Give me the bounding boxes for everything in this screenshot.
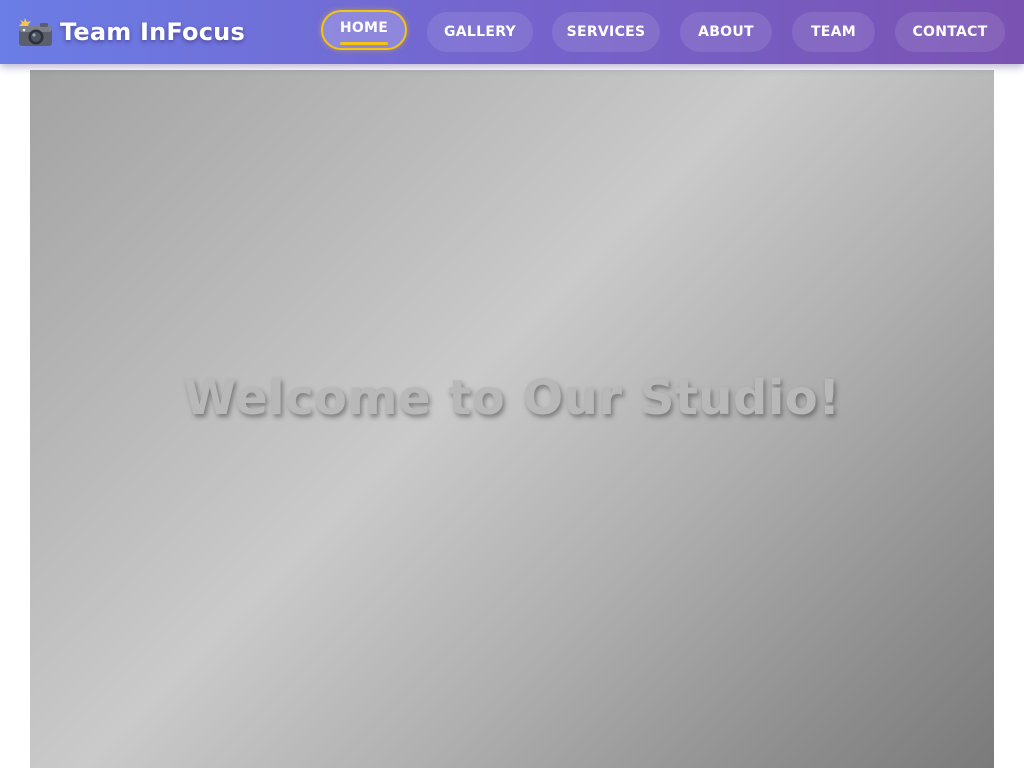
hero-title: Welcome to Our Studio! [183, 370, 841, 426]
nav-about[interactable]: ABOUT [680, 12, 772, 52]
navbar: Team InFocus HOME GALLERY SERVICES ABOUT… [0, 0, 1024, 64]
nav-home-label: HOME [339, 20, 389, 36]
nav-about-label: ABOUT [698, 24, 754, 40]
nav-contact-label: CONTACT [912, 24, 988, 40]
camera-flash-icon [19, 18, 52, 46]
nav-contact[interactable]: CONTACT [895, 12, 1005, 52]
brand-name: Team InFocus [60, 18, 245, 46]
brand-logo[interactable]: Team InFocus [16, 14, 245, 50]
nav-team[interactable]: TEAM [792, 12, 875, 52]
hero-banner: Welcome to Our Studio! [30, 70, 994, 768]
nav-gallery-label: GALLERY [444, 24, 516, 40]
nav-services-label: SERVICES [566, 24, 646, 40]
nav-home[interactable]: HOME [321, 10, 407, 50]
nav-team-label: TEAM [810, 24, 857, 40]
active-indicator [340, 42, 388, 45]
nav-gallery[interactable]: GALLERY [427, 12, 533, 52]
nav-services[interactable]: SERVICES [552, 12, 660, 52]
